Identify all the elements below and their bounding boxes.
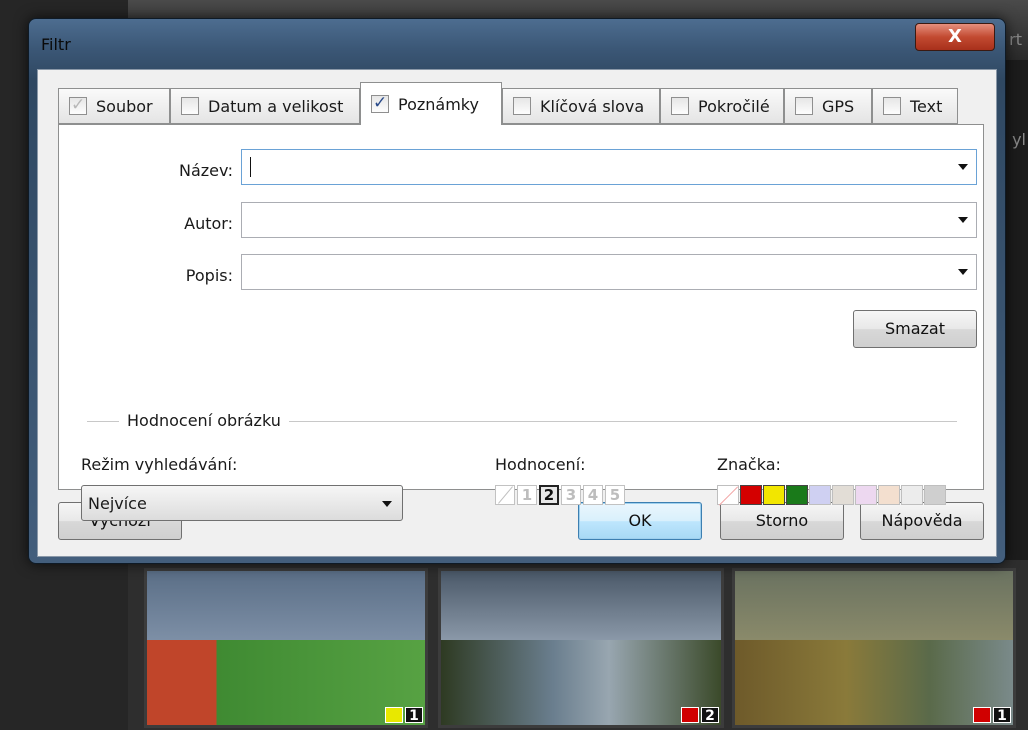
dialog-titlebar[interactable]: Filtr X: [29, 19, 1005, 69]
name-combobox[interactable]: [241, 149, 977, 185]
ok-button[interactable]: OK: [578, 502, 702, 540]
tab-text[interactable]: Text: [872, 88, 958, 124]
mark-gray-swatch[interactable]: [924, 485, 946, 505]
thumbnail-1[interactable]: 1: [144, 568, 428, 728]
author-input[interactable]: [248, 206, 938, 234]
close-icon: X: [948, 26, 962, 47]
tab-text-checkbox[interactable]: [883, 97, 901, 115]
tab-datum-a-velikost-checkbox[interactable]: [181, 97, 199, 115]
search-mode-value: Nejvíce: [88, 494, 147, 513]
description-label: Popis:: [185, 266, 233, 285]
tab-datum-a-velikost[interactable]: Datum a velikost: [170, 88, 360, 124]
rating-option-3[interactable]: 3: [561, 485, 581, 505]
search-mode-arrow-icon: [382, 501, 392, 507]
help-button[interactable]: Nápověda: [860, 502, 984, 540]
thumbnail-3-mark: [973, 707, 991, 723]
tab-poznamky-label: Poznámky: [398, 94, 479, 114]
clear-button[interactable]: Smazat: [853, 310, 977, 348]
search-mode-select[interactable]: Nejvíce: [81, 485, 403, 521]
rating-option-5[interactable]: 5: [605, 485, 625, 505]
author-label: Autor:: [184, 214, 233, 233]
rating-option-1[interactable]: 1: [517, 485, 537, 505]
rating-option-2[interactable]: 2: [539, 485, 559, 505]
name-input[interactable]: [248, 153, 938, 181]
rating-label: Hodnocení:: [495, 455, 586, 474]
tab-gps-label: GPS: [822, 96, 855, 116]
rating-selector: 1 2 3 4 5: [495, 485, 625, 505]
tab-pokrocile[interactable]: Pokročilé: [660, 88, 784, 124]
mark-purple-swatch[interactable]: [855, 485, 877, 505]
close-button[interactable]: X: [915, 23, 995, 51]
tab-klicova-slova-label: Klíčová slova: [540, 96, 645, 116]
tab-datum-a-velikost-label: Datum a velikost: [208, 96, 344, 116]
dialog-client-area: Soubor Datum a velikost Poznámky Klíčová…: [37, 69, 997, 557]
thumbnail-2-mark: [681, 707, 699, 723]
name-dropdown-arrow-icon[interactable]: [958, 164, 968, 170]
cancel-button[interactable]: Storno: [720, 502, 844, 540]
tab-pokrocile-label: Pokročilé: [698, 96, 770, 116]
name-label: Název:: [179, 161, 233, 180]
thumbnail-2-rating: 2: [701, 707, 719, 724]
mark-white-swatch[interactable]: [901, 485, 923, 505]
author-dropdown-arrow-icon[interactable]: [958, 217, 968, 223]
mark-beige-swatch[interactable]: [832, 485, 854, 505]
description-dropdown-arrow-icon[interactable]: [958, 269, 968, 275]
rating-group-title: Hodnocení obrázku: [119, 411, 289, 430]
description-combobox[interactable]: [241, 254, 977, 290]
tab-gps-checkbox[interactable]: [795, 97, 813, 115]
tab-klicova-slova-checkbox[interactable]: [513, 97, 531, 115]
mark-yellow-swatch[interactable]: [763, 485, 785, 505]
thumbnail-1-rating: 1: [405, 707, 423, 724]
filter-dialog: Filtr X Soubor Datum a velikost Poznámky…: [28, 18, 1006, 564]
search-mode-label: Režim vyhledávání:: [81, 455, 238, 474]
dialog-title: Filtr: [41, 35, 71, 54]
tab-pokrocile-checkbox[interactable]: [671, 97, 689, 115]
background-side-text: yl: [1012, 130, 1026, 149]
description-input[interactable]: [248, 258, 938, 286]
tab-gps[interactable]: GPS: [784, 88, 872, 124]
thumbnail-3-rating: 1: [993, 707, 1011, 724]
thumbnail-3-badge: 1: [973, 707, 1011, 724]
mark-green-swatch[interactable]: [786, 485, 808, 505]
tab-poznamky[interactable]: Poznámky: [360, 82, 502, 125]
thumbnail-2[interactable]: 2: [438, 568, 724, 728]
thumbnail-3[interactable]: 1: [732, 568, 1016, 728]
tab-klicova-slova[interactable]: Klíčová slova: [502, 88, 660, 124]
mark-orange-swatch[interactable]: [878, 485, 900, 505]
text-cursor: [250, 157, 251, 177]
background-toolbar-text: rt: [1009, 30, 1022, 49]
rating-option-4[interactable]: 4: [583, 485, 603, 505]
thumbnail-2-badge: 2: [681, 707, 719, 724]
rating-none-option[interactable]: [495, 485, 515, 505]
tab-text-label: Text: [910, 96, 943, 116]
tab-soubor[interactable]: Soubor: [58, 88, 170, 124]
thumbnail-1-mark: [385, 707, 403, 723]
mark-red-swatch[interactable]: [740, 485, 762, 505]
author-combobox[interactable]: [241, 202, 977, 238]
mark-label: Značka:: [717, 455, 781, 474]
mark-none-swatch[interactable]: [717, 485, 739, 505]
tab-soubor-label: Soubor: [96, 96, 153, 116]
mark-blue-swatch[interactable]: [809, 485, 831, 505]
mark-color-selector: [717, 485, 946, 505]
tab-panel-poznamky: Název: Autor: Popis: Smazat Hodnocení ob…: [58, 124, 984, 521]
tab-soubor-checkbox: [69, 95, 87, 115]
tab-poznamky-checkbox[interactable]: [371, 93, 389, 113]
thumbnail-1-badge: 1: [385, 707, 423, 724]
